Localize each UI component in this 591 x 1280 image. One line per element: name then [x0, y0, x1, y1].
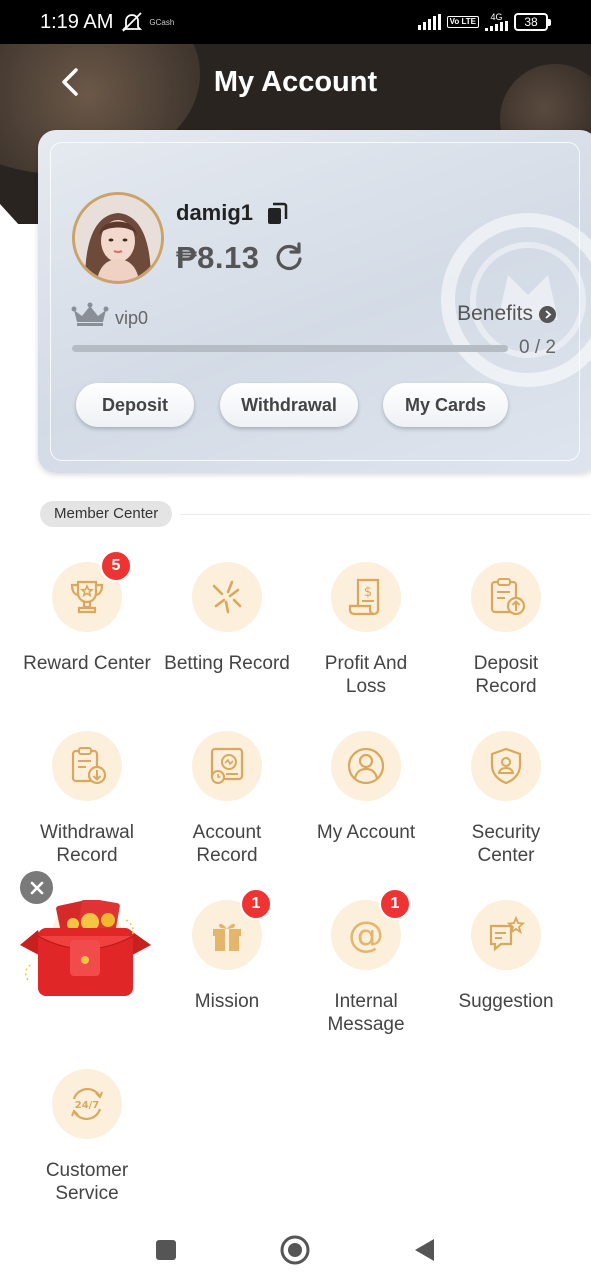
deposit-record-item[interactable]: Deposit Record: [436, 562, 576, 698]
account-card: damig1 ₱8.13 vip0 Benefits 0 / 2 Deposit…: [38, 130, 591, 473]
square-icon: [156, 1240, 176, 1260]
customer-service-label: Customer Service: [45, 1160, 129, 1204]
account-record-item[interactable]: Account Record: [157, 731, 297, 867]
reward-center-item[interactable]: 5 Reward Center: [17, 550, 157, 675]
refresh-icon[interactable]: [274, 242, 304, 272]
benefits-label: Benefits: [457, 302, 533, 325]
internal-message-item[interactable]: @ 1 Internal Message: [296, 888, 436, 1036]
avatar[interactable]: [72, 192, 164, 284]
reward-center-label: Reward Center: [23, 653, 151, 674]
crown-icon: [71, 302, 109, 326]
balance-amount: ₱8.13: [176, 240, 260, 275]
recent-apps-button[interactable]: [144, 1228, 188, 1272]
security-center-label: Security Center: [471, 822, 541, 866]
close-icon: [30, 881, 43, 894]
chevron-right-icon: [539, 305, 556, 323]
betting-record-icon: [212, 580, 242, 614]
username: damig1: [176, 200, 254, 225]
user-icon: [347, 747, 385, 785]
my-account-item[interactable]: My Account: [296, 731, 436, 844]
red-envelope-icon: [20, 897, 151, 996]
home-circle-icon: [280, 1235, 310, 1265]
clipboard-download-icon: [71, 747, 107, 785]
gift-box-icon: [213, 923, 241, 951]
network-type: 4G: [490, 12, 503, 22]
deposit-button[interactable]: Deposit: [76, 383, 194, 427]
mission-label: Mission: [194, 991, 260, 1012]
withdrawal-record-label: Withdrawal Record: [40, 822, 134, 866]
promo-close-button[interactable]: [20, 871, 53, 904]
notification-badge: 5: [100, 550, 132, 582]
back-nav-button[interactable]: [402, 1228, 446, 1272]
svg-text:$: $: [364, 585, 372, 600]
system-nav-bar: [0, 1220, 591, 1280]
vip-progress-bar: [72, 345, 508, 352]
suggestion-label: Suggestion: [458, 991, 554, 1012]
triangle-back-icon: [415, 1239, 434, 1261]
volte-icon: Vo LTE: [446, 16, 479, 28]
support-24-7-icon: 24/7: [71, 1087, 103, 1121]
benefits-link[interactable]: Benefits: [457, 302, 556, 326]
trophy-icon: [70, 580, 104, 614]
shield-user-icon: [490, 747, 522, 785]
svg-text:@: @: [348, 915, 384, 956]
security-center-item[interactable]: Security Center: [436, 731, 576, 867]
page-title: My Account: [213, 66, 378, 98]
status-time: 1:19 AM: [40, 10, 114, 33]
betting-record-item[interactable]: Betting Record: [157, 562, 297, 675]
vip-level: vip0: [115, 308, 149, 328]
betting-record-label: Betting Record: [164, 653, 290, 674]
profit-and-loss-item[interactable]: $ Profit And Loss: [296, 562, 436, 698]
withdrawal-record-item[interactable]: Withdrawal Record: [17, 731, 157, 867]
member-center-title: Member Center: [40, 501, 173, 527]
invoice-icon: $: [348, 578, 380, 616]
mute-bell-icon: [122, 12, 143, 32]
red-envelope-promo[interactable]: [18, 897, 153, 1000]
suggestion-item[interactable]: Suggestion: [436, 900, 576, 1013]
battery-level: 38: [514, 13, 548, 31]
gcash-notification: GCash: [149, 17, 175, 27]
chat-star-icon: [489, 915, 526, 952]
my-account-label: My Account: [316, 822, 416, 843]
clipboard-upload-icon: [490, 578, 526, 616]
customer-service-item[interactable]: 24/7 Customer Service: [17, 1069, 157, 1205]
internal-message-label: Internal Message: [327, 991, 405, 1035]
my-cards-button[interactable]: My Cards: [383, 383, 508, 427]
status-bar: 1:19 AM GCash Vo LTE 4G 38: [0, 0, 591, 44]
copy-icon[interactable]: [266, 202, 288, 226]
avatar-image: [75, 195, 161, 281]
at-sign-icon: @: [348, 915, 384, 956]
battery-icon: 38: [514, 13, 551, 31]
svg-text:24/7: 24/7: [75, 1100, 100, 1111]
vip-progress-text: 0 / 2: [519, 337, 556, 358]
account-record-label: Account Record: [192, 822, 262, 866]
notification-badge: 1: [240, 888, 272, 920]
notification-badge: 1: [379, 888, 411, 920]
cell-signal-icon: [485, 21, 508, 31]
profit-and-loss-label: Profit And Loss: [324, 653, 408, 697]
deposit-record-label: Deposit Record: [473, 653, 539, 697]
mission-item[interactable]: 1 Mission: [157, 888, 297, 1013]
withdrawal-button[interactable]: Withdrawal: [220, 383, 358, 427]
wifi-signal-icon: [417, 14, 441, 30]
home-button[interactable]: [273, 1228, 317, 1272]
account-record-icon: [210, 747, 244, 784]
watermark-icon: [441, 213, 591, 387]
